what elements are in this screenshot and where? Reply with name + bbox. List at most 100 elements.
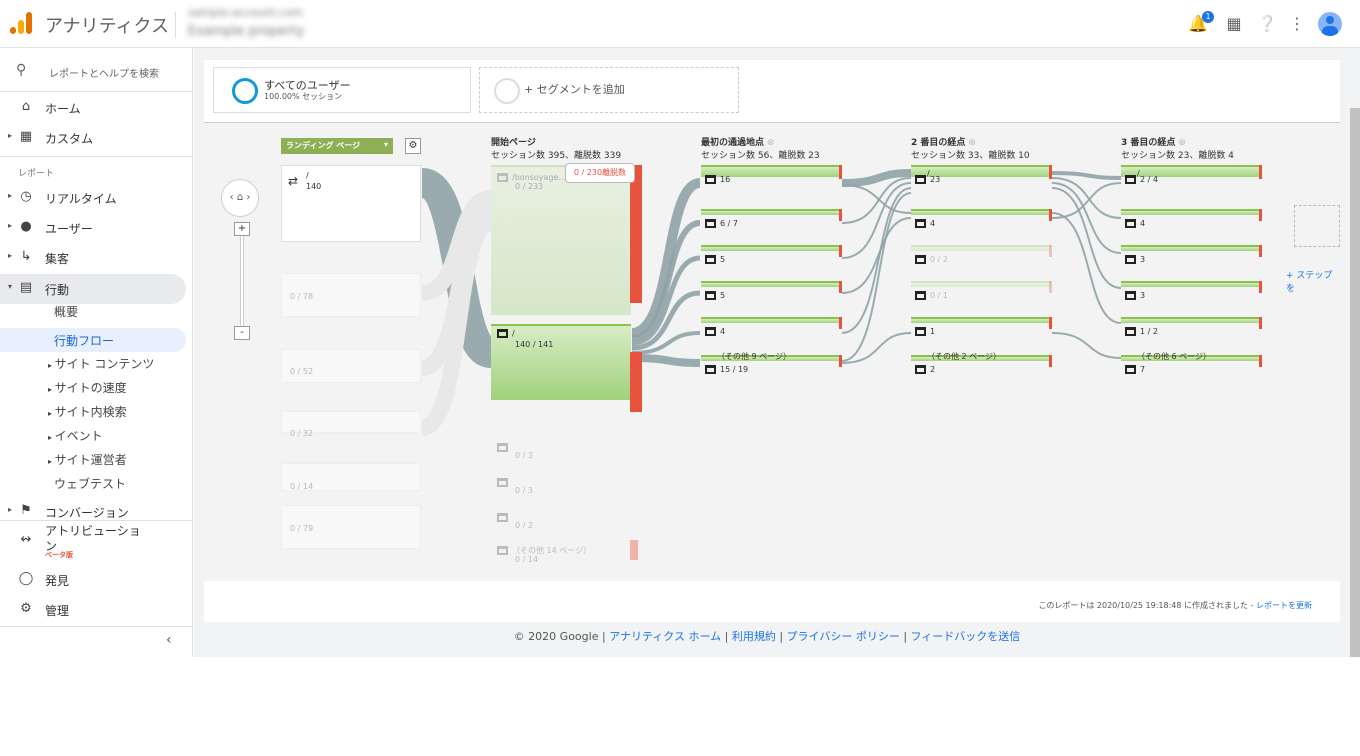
step-node-count[interactable]: 0 / 2: [915, 255, 948, 264]
step-node-bar[interactable]: [911, 281, 1051, 287]
landing-node[interactable]: 0 / 32: [281, 411, 421, 438]
zoom-slider[interactable]: [240, 227, 244, 327]
step-node-count[interactable]: 23: [915, 175, 940, 184]
exit-bar[interactable]: [839, 209, 842, 221]
step-node-count[interactable]: 2: [915, 365, 935, 374]
landing-node[interactable]: 0 / 14: [281, 463, 421, 491]
step-node-bar[interactable]: [1121, 281, 1261, 287]
property-name[interactable]: Example property: [188, 24, 304, 39]
step-node-bar[interactable]: [911, 245, 1051, 251]
step-node-count[interactable]: 2 / 4: [1125, 175, 1158, 184]
step-node-count[interactable]: 1: [915, 327, 935, 336]
exit-bar[interactable]: [1049, 317, 1052, 329]
collapse-chevron-icon[interactable]: ‹: [166, 632, 172, 648]
behavior-flow[interactable]: 行動フロー: [0, 328, 186, 352]
sidebar-item-acquisition[interactable]: ▸ ↳ 集客: [0, 243, 186, 273]
step-node-count[interactable]: 0 / 1: [915, 291, 948, 300]
step-node-count[interactable]: 15 / 19: [705, 365, 748, 374]
sidebar-item-admin[interactable]: ⚙ 管理: [0, 595, 186, 625]
step-node-bar[interactable]: [701, 209, 841, 215]
more-vert-icon[interactable]: ⋮: [1287, 14, 1307, 34]
step-node-bar[interactable]: [701, 245, 841, 251]
exit-bar[interactable]: [839, 245, 842, 257]
refresh-report-link[interactable]: レポートを更新: [1256, 601, 1312, 610]
publisher[interactable]: ▸ サイト運営者: [48, 451, 127, 475]
zoom-out-button[interactable]: -: [234, 326, 250, 340]
sidebar-item-realtime[interactable]: ▸ ◷ リアルタイム: [0, 183, 186, 213]
exit-bar[interactable]: [839, 355, 842, 367]
step-node-count[interactable]: 4: [705, 327, 725, 336]
step-node-bar[interactable]: [911, 317, 1051, 323]
gear-icon[interactable]: ⚙: [405, 138, 421, 154]
exit-bar[interactable]: [1259, 165, 1262, 179]
exit-bar[interactable]: [1259, 209, 1262, 221]
sidebar-item-discover[interactable]: ◯ 発見: [0, 565, 186, 595]
exit-bar[interactable]: [630, 165, 642, 303]
step-node-count[interactable]: 5: [705, 255, 725, 264]
step-node-count[interactable]: 3: [1125, 291, 1145, 300]
add-step-button[interactable]: + ステップを: [1286, 268, 1340, 294]
dimension-select[interactable]: ランディング ページ ▾: [281, 138, 393, 154]
step-node-count[interactable]: 16: [705, 175, 730, 184]
landing-node[interactable]: ⇄/140: [281, 165, 421, 242]
landing-node[interactable]: 0 / 78: [281, 273, 421, 317]
landing-node[interactable]: 0 / 79: [281, 505, 421, 549]
exit-bar[interactable]: [1259, 317, 1262, 329]
avatar[interactable]: [1318, 12, 1342, 36]
zoom-in-button[interactable]: +: [234, 222, 250, 236]
step-node-bar[interactable]: [911, 209, 1051, 215]
footer-link-feedback[interactable]: フィードバックを送信: [911, 630, 1021, 643]
site-content[interactable]: ▸ サイト コンテンツ: [48, 355, 154, 379]
exit-bar[interactable]: [839, 165, 842, 179]
step-node-count[interactable]: 1 / 2: [1125, 327, 1158, 336]
exit-bar[interactable]: [1259, 245, 1262, 257]
exit-bar[interactable]: [1049, 355, 1052, 367]
add-step-placeholder[interactable]: [1294, 205, 1340, 247]
help-icon[interactable]: ❔: [1257, 14, 1277, 34]
behavior-flow-canvas[interactable]: 開始ページ セッション数 395、離脱数 339 最初の通過地点 ⊗ セッション数 …: [204, 122, 1340, 581]
landing-node[interactable]: 0 / 52: [281, 349, 421, 383]
exit-bar[interactable]: [1049, 209, 1052, 221]
step-node-bar[interactable]: [1121, 209, 1261, 215]
footer-link-analytics-home[interactable]: アナリティクス ホーム: [609, 630, 721, 643]
step-node-count[interactable]: 6 / 7: [705, 219, 738, 228]
start-node-bar[interactable]: [491, 165, 631, 315]
step-node-bar[interactable]: [701, 281, 841, 287]
step-node-count[interactable]: 5: [705, 291, 725, 300]
exit-bar[interactable]: [839, 317, 842, 329]
step-node-count[interactable]: 4: [1125, 219, 1145, 228]
sidebar-item-attribution[interactable]: ↭ アトリビューショ ン ベータ版: [0, 520, 186, 560]
exit-bar[interactable]: [839, 281, 842, 293]
footer-link-terms[interactable]: 利用規約: [732, 630, 776, 643]
search-input[interactable]: レポートとヘルプを検索: [49, 65, 159, 80]
apps-grid-icon[interactable]: ▦: [1224, 14, 1244, 34]
step-node-bar[interactable]: [1121, 317, 1261, 323]
site-search[interactable]: ▸ サイト内検索: [48, 403, 127, 427]
exit-bar[interactable]: [1259, 281, 1262, 293]
step-node-bar[interactable]: [701, 317, 841, 323]
step-node-bar[interactable]: [1121, 245, 1261, 251]
scrollbar[interactable]: [1350, 108, 1360, 657]
sidebar-item-behavior[interactable]: ▾ ▤ 行動: [0, 274, 186, 304]
experiments[interactable]: ウェブテスト: [54, 475, 126, 499]
sidebar-item-audience[interactable]: ▸ ● ユーザー: [0, 213, 186, 243]
sidebar-item-home[interactable]: ⌂ ホーム: [0, 93, 186, 123]
search-box[interactable]: ⚲ レポートとヘルプを検索: [0, 56, 193, 92]
exit-bar[interactable]: [630, 352, 642, 412]
add-segment-button[interactable]: + セグメントを追加: [479, 67, 739, 113]
sidebar-item-custom[interactable]: ▸ ▦ カスタム: [0, 123, 186, 153]
behavior-overview[interactable]: 概要: [54, 303, 78, 327]
exit-bar[interactable]: [1049, 281, 1052, 293]
footer-link-privacy[interactable]: プライバシー ポリシー: [787, 630, 900, 643]
step-node-count[interactable]: 3: [1125, 255, 1145, 264]
exit-bar[interactable]: [1259, 355, 1262, 367]
analytics-logo[interactable]: [10, 12, 32, 34]
exit-bar[interactable]: [1049, 245, 1052, 257]
segment-all-users[interactable]: すべてのユーザー 100.00% セッション: [213, 67, 471, 113]
exit-bar[interactable]: [1049, 165, 1052, 179]
step-node-count[interactable]: 4: [915, 219, 935, 228]
account-name[interactable]: sample-account.com: [188, 6, 303, 19]
site-speed[interactable]: ▸ サイトの速度: [48, 379, 127, 403]
step-node-count[interactable]: 7: [1125, 365, 1145, 374]
events[interactable]: ▸ イベント: [48, 427, 103, 451]
